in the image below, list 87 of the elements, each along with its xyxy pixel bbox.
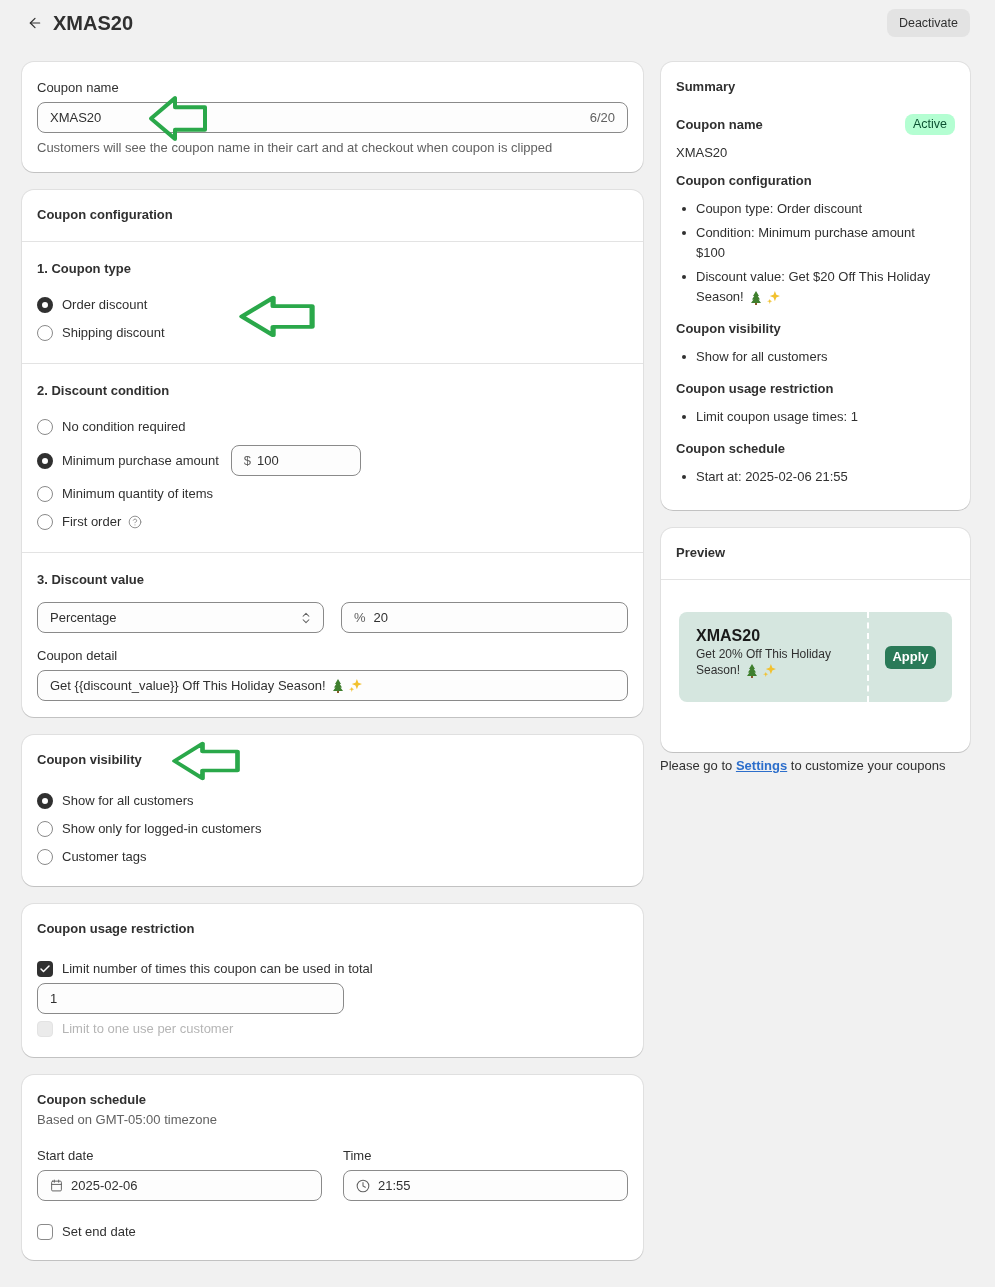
status-badge: Active: [904, 114, 955, 135]
radio-label: No condition required: [62, 418, 186, 436]
summary-item: Start at: 2025-02-06 21:55: [696, 468, 848, 486]
page-title: XMAS20: [53, 11, 134, 36]
radio-label: Minimum purchase amount: [62, 451, 219, 470]
summary-heading: Coupon schedule: [676, 440, 787, 458]
summary-item: Coupon type: Order discount: [696, 200, 863, 218]
radio-button[interactable]: [37, 514, 53, 530]
apply-button[interactable]: Apply: [885, 645, 936, 669]
coupon-name-input[interactable]: XMAS20 6/20: [37, 102, 628, 133]
summary-item: Show for all customers: [696, 348, 828, 366]
radio-button[interactable]: [37, 452, 53, 469]
card-title: Preview: [676, 544, 727, 562]
summary-item: Discount value: Get $20 Off This Holiday Season!: [696, 268, 932, 307]
section-heading: 1. Coupon type: [37, 260, 132, 278]
summary-heading: Coupon name: [676, 115, 763, 134]
radio-button[interactable]: [37, 325, 53, 341]
radio-label: First order: [62, 513, 122, 531]
summary-value: XMAS20: [676, 144, 729, 162]
character-counter: 6/20: [589, 108, 615, 127]
annotation-arrow-icon: [171, 741, 241, 781]
start-date-input[interactable]: 2025-02-06: [37, 1170, 322, 1201]
usage-limit-input[interactable]: 1: [37, 983, 344, 1014]
radio-button[interactable]: [37, 486, 53, 502]
card-title: Coupon configuration: [37, 206, 174, 224]
help-icon[interactable]: [128, 515, 143, 529]
bullet-icon: [682, 355, 686, 359]
bullet-icon: [682, 475, 686, 479]
sparkles-icon: [766, 291, 780, 305]
summary-heading: Coupon configuration: [676, 172, 813, 190]
field-label: Time: [343, 1147, 373, 1165]
radio-label: Show only for logged-in customers: [62, 820, 262, 838]
section-heading: 2. Discount condition: [37, 382, 171, 400]
card-title: Coupon usage restriction: [37, 920, 196, 938]
bullet-icon: [682, 275, 686, 279]
checkbox-label: Limit to one use per customer: [62, 1020, 234, 1038]
radio-label: Shipping discount: [62, 324, 165, 342]
check-icon: [39, 963, 51, 975]
tree-icon: [747, 663, 758, 678]
coupon-code: XMAS20: [696, 626, 762, 646]
discount-amount-input[interactable]: % 20: [341, 602, 628, 633]
radio-button[interactable]: [37, 821, 53, 837]
calendar-icon: [50, 1179, 63, 1192]
time-input[interactable]: 21:55: [343, 1170, 628, 1201]
amount-input[interactable]: $ 100: [230, 445, 361, 476]
annotation-arrow-icon: [238, 295, 316, 338]
radio-label: Customer tags: [62, 848, 147, 866]
radio-label: Show for all customers: [62, 792, 194, 810]
bullet-icon: [682, 207, 686, 211]
summary-item: Limit coupon usage times: 1: [696, 408, 858, 426]
field-label: Start date: [37, 1147, 95, 1165]
field-label: Coupon name: [37, 79, 120, 97]
tree-icon: [332, 678, 343, 693]
back-button[interactable]: [27, 15, 43, 31]
deactivate-button[interactable]: Deactivate: [886, 9, 970, 37]
checkbox[interactable]: [37, 1224, 53, 1240]
settings-link[interactable]: Settings: [735, 758, 788, 773]
field-label: Coupon detail: [37, 647, 119, 665]
summary-heading: Coupon visibility: [676, 320, 782, 338]
annotation-arrow-icon: [148, 95, 208, 142]
radio-button[interactable]: [37, 297, 53, 313]
section-heading: 3. Discount value: [37, 571, 145, 589]
radio-label: Order discount: [62, 296, 148, 314]
summary-heading: Coupon usage restriction: [676, 380, 835, 398]
checkbox-label: Limit number of times this coupon can be used in total: [62, 960, 373, 978]
coupon-detail-input[interactable]: Get {{discount_value}} Off This Holiday Season!: [37, 670, 628, 701]
checkbox-label: Set end date: [62, 1223, 136, 1241]
summary-item: Condition: Minimum purchase amount $100: [696, 224, 916, 262]
bullet-icon: [682, 415, 686, 419]
radio-button[interactable]: [37, 793, 53, 809]
discount-type-select[interactable]: Percentage: [37, 602, 324, 633]
help-text: Customers will see the coupon name in their cart and at checkout when coupon is clipped: [37, 140, 554, 156]
card-title: Coupon visibility: [37, 751, 143, 769]
sparkles-icon: [763, 664, 777, 678]
sparkles-icon: [348, 679, 362, 692]
radio-label: Minimum quantity of items: [62, 485, 213, 503]
tree-icon: [750, 290, 761, 305]
coupon-description: Get 20% Off This Holiday Season!: [696, 646, 832, 678]
radio-button[interactable]: [37, 849, 53, 865]
card-title: Summary: [676, 78, 737, 96]
bullet-icon: [682, 231, 686, 235]
clock-icon: [356, 1178, 370, 1193]
checkbox[interactable]: [37, 961, 53, 977]
radio-button[interactable]: [37, 419, 53, 435]
card-title: Coupon schedule: [37, 1091, 148, 1109]
settings-note: Please go to Settings to customize your coupons: [660, 757, 947, 775]
card-subtitle: Based on GMT-05:00 timezone: [37, 1111, 218, 1129]
